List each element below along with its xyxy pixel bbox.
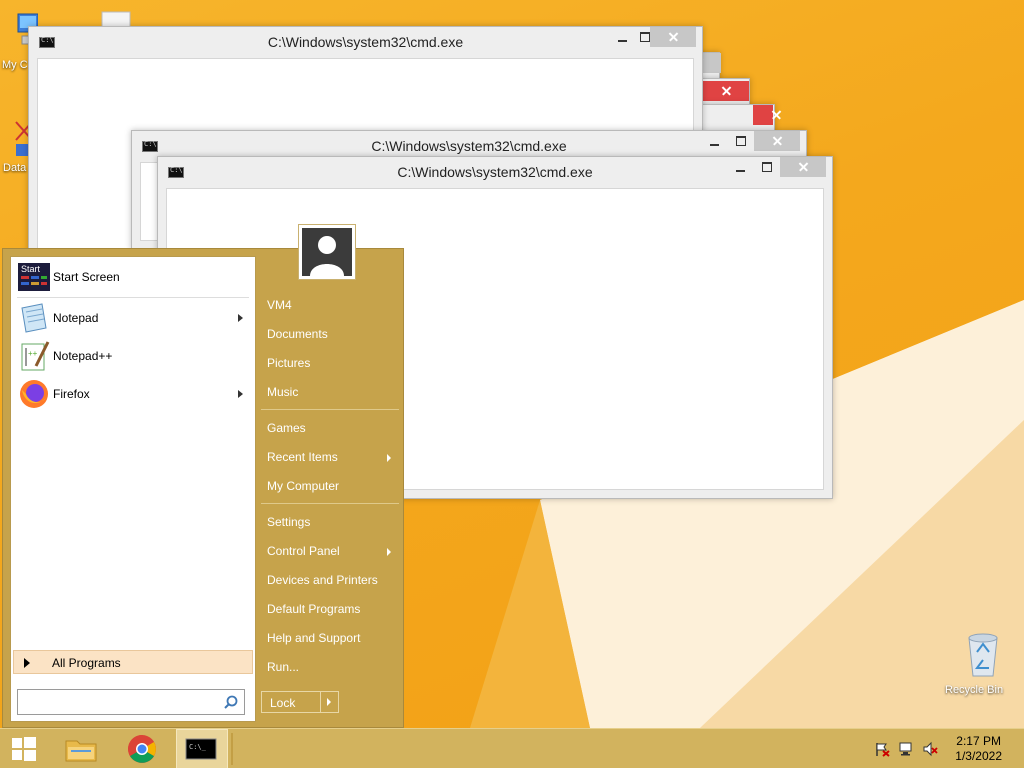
link-label: Run... — [267, 660, 300, 674]
start-menu-item-notepadpp[interactable]: ++ Notepad++ — [15, 338, 251, 374]
start-menu-link-run[interactable]: Run... — [265, 655, 397, 679]
start-button[interactable] — [0, 729, 48, 768]
taskbar-file-explorer[interactable] — [57, 729, 105, 768]
desktop-icon-recycle-bin[interactable]: Recycle Bin — [940, 630, 1010, 696]
start-menu-places-pane: VM4 Documents Pictures Music Games Recen… — [259, 249, 403, 727]
close-button[interactable] — [703, 81, 749, 101]
start-menu-link-help-and-support[interactable]: Help and Support — [265, 626, 397, 650]
title-bar[interactable]: C:\Windows\system32\cmd.exe — [158, 157, 832, 187]
start-menu-item-label: Notepad++ — [53, 349, 113, 363]
start-menu-link-games[interactable]: Games — [265, 416, 397, 440]
svg-text:++: ++ — [28, 349, 38, 358]
all-programs-button[interactable]: All Programs — [13, 650, 253, 674]
close-button[interactable] — [780, 157, 826, 177]
minimize-button[interactable] — [611, 27, 635, 47]
link-label: Help and Support — [267, 631, 361, 645]
start-menu-link-devices-and-printers[interactable]: Devices and Printers — [265, 568, 397, 592]
start-menu-link-control-panel[interactable]: Control Panel — [265, 539, 397, 563]
start-menu-item-label: Notepad — [53, 311, 99, 325]
action-center-flag-icon[interactable] — [874, 741, 890, 757]
start-menu: Start Start Screen Notepad ++ Notepad++ — [2, 248, 404, 728]
link-label: Documents — [267, 327, 328, 341]
firefox-icon — [20, 380, 48, 408]
minimize-button[interactable] — [703, 131, 727, 151]
user-avatar[interactable] — [298, 224, 356, 280]
start-menu-link-music[interactable]: Music — [265, 380, 397, 404]
recycle-bin-icon — [967, 633, 998, 677]
lock-label: Lock — [270, 696, 296, 710]
submenu-arrow-icon — [387, 454, 391, 462]
notepadpp-icon: ++ — [21, 341, 50, 371]
clock-date: 1/3/2022 — [955, 749, 1002, 763]
start-menu-link-vm4[interactable]: VM4 — [265, 293, 397, 317]
submenu-arrow-icon — [238, 314, 243, 322]
lock-button[interactable]: Lock — [261, 691, 339, 713]
close-button[interactable] — [650, 27, 696, 47]
start-menu-link-my-computer[interactable]: My Computer — [265, 474, 397, 498]
notepad-icon — [21, 303, 47, 333]
clock-time: 2:17 PM — [956, 734, 1001, 748]
start-menu-item-label: Firefox — [53, 387, 90, 401]
window-title: C:\Windows\system32\cmd.exe — [267, 34, 464, 50]
start-menu-item-notepad[interactable]: Notepad — [15, 300, 251, 336]
search-icon[interactable] — [223, 694, 239, 710]
desktop-icon-label: Data — [3, 162, 27, 174]
all-programs-label: All Programs — [52, 656, 121, 670]
start-screen-icon: Start — [18, 263, 50, 291]
close-button[interactable] — [753, 105, 773, 125]
svg-text:Start: Start — [21, 264, 41, 274]
taskbar-cmd[interactable]: C:\_ — [176, 729, 228, 768]
start-menu-item-label: Start Screen — [53, 270, 120, 284]
svg-text:C:\_: C:\_ — [189, 743, 207, 751]
taskbar: C:\_ 2:17 PM 1/3/2022 — [0, 728, 1024, 768]
submenu-arrow-icon — [387, 548, 391, 556]
cmd-icon: C:\_ — [185, 738, 217, 760]
link-label: Recent Items — [267, 450, 338, 464]
windows-logo-icon — [12, 737, 36, 761]
maximize-button[interactable] — [755, 157, 779, 177]
taskbar-separator — [231, 733, 233, 765]
divider — [320, 692, 321, 712]
search-input[interactable] — [20, 692, 216, 712]
link-label: Games — [267, 421, 306, 435]
desktop-icon-label: Recycle Bin — [945, 684, 1004, 696]
volume-muted-icon[interactable] — [922, 741, 938, 757]
start-menu-item-firefox[interactable]: Firefox — [15, 376, 251, 412]
link-label: VM4 — [267, 298, 292, 312]
separator — [261, 409, 399, 410]
link-label: Pictures — [267, 356, 311, 370]
link-label: My Computer — [267, 479, 340, 493]
expand-triangle-icon — [24, 658, 30, 668]
search-box[interactable] — [17, 689, 245, 715]
network-icon[interactable] — [898, 741, 914, 757]
start-menu-item-start-screen[interactable]: Start Start Screen — [15, 259, 251, 295]
start-menu-programs-pane: Start Start Screen Notepad ++ Notepad++ — [10, 256, 256, 722]
desktop-icon-label: My C — [2, 59, 28, 71]
link-label: Default Programs — [267, 602, 361, 616]
taskbar-chrome[interactable] — [118, 729, 166, 768]
user-icon — [302, 228, 352, 276]
lock-options-arrow-icon[interactable] — [327, 698, 331, 706]
start-menu-link-documents[interactable]: Documents — [265, 322, 397, 346]
link-label: Control Panel — [267, 544, 340, 558]
start-menu-link-default-programs[interactable]: Default Programs — [265, 597, 397, 621]
separator — [17, 297, 249, 298]
start-menu-link-settings[interactable]: Settings — [265, 510, 397, 534]
start-menu-link-recent-items[interactable]: Recent Items — [265, 445, 397, 469]
chrome-icon — [128, 735, 156, 763]
link-label: Music — [267, 385, 299, 399]
start-menu-link-pictures[interactable]: Pictures — [265, 351, 397, 375]
separator — [261, 503, 399, 504]
link-label: Settings — [267, 515, 311, 529]
title-bar[interactable]: C:\Windows\system32\cmd.exe — [29, 27, 702, 57]
folder-icon — [65, 740, 97, 762]
submenu-arrow-icon — [238, 390, 243, 398]
maximize-button[interactable] — [729, 131, 753, 151]
minimize-button[interactable] — [729, 157, 753, 177]
close-button[interactable] — [754, 131, 800, 151]
link-label: Devices and Printers — [267, 573, 378, 587]
system-clock[interactable]: 2:17 PM 1/3/2022 — [955, 734, 1002, 764]
